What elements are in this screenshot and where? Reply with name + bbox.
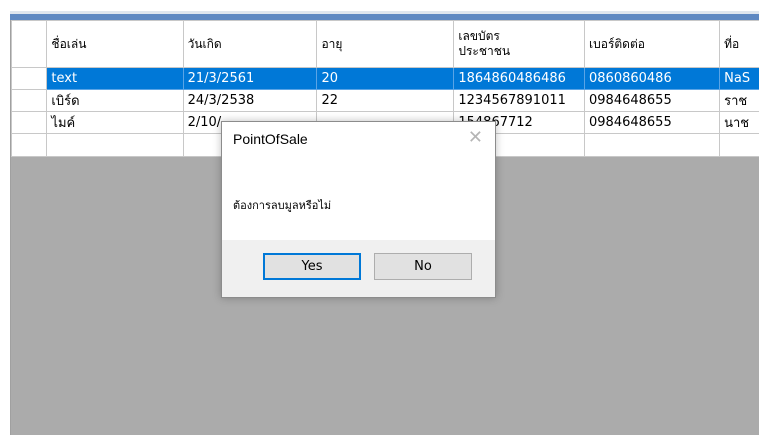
cell[interactable]: 20 (316, 67, 455, 90)
row-header[interactable] (11, 133, 48, 157)
column-header-id-card[interactable]: เลขบัตร ประชาชน (453, 20, 586, 68)
yes-button[interactable]: Yes (263, 253, 361, 280)
cell[interactable]: ราช (719, 89, 759, 112)
row-header[interactable] (11, 67, 48, 90)
cell[interactable]: ไมค์ (46, 111, 184, 134)
confirm-dialog: PointOfSale ✕ ต้องการลบมูลหรือไม่ Yes No (221, 121, 496, 298)
row-header[interactable] (11, 89, 48, 112)
column-header-birthdate[interactable]: วันเกิด (182, 20, 318, 68)
close-icon[interactable]: ✕ (468, 127, 483, 148)
no-button[interactable]: No (374, 253, 472, 280)
cell[interactable]: 0984648655 (584, 89, 721, 112)
header-row: ชื่อเล่น วันเกิด อายุ เลขบัตร ประชาชน เบ… (11, 20, 759, 68)
column-header-age[interactable]: อายุ (316, 20, 455, 68)
dialog-button-bar: Yes No (222, 240, 495, 297)
row-header[interactable] (11, 111, 48, 134)
cell[interactable]: 21/3/2561 (182, 67, 318, 90)
cell[interactable]: 0984648655 (584, 111, 721, 134)
cell[interactable] (719, 133, 759, 157)
column-header-phone[interactable]: เบอร์ติดต่อ (584, 20, 721, 68)
table-row[interactable]: เบิร์ด 24/3/2538 22 1234567891011 098464… (11, 89, 759, 112)
column-header-address[interactable]: ที่อ (719, 20, 759, 68)
table-row[interactable]: text 21/3/2561 20 1864860486486 08608604… (11, 67, 759, 90)
cell[interactable] (584, 133, 721, 157)
cell[interactable]: 0860860486 (584, 67, 721, 90)
cell[interactable]: NaS (719, 67, 759, 90)
cell[interactable]: 1864860486486 (453, 67, 586, 90)
cell[interactable]: text (46, 67, 184, 90)
cell[interactable]: 22 (316, 89, 455, 112)
dialog-message: ต้องการลบมูลหรือไม่ (233, 199, 332, 212)
cell[interactable] (46, 133, 184, 157)
column-header-nickname[interactable]: ชื่อเล่น (46, 20, 184, 68)
cell[interactable]: นาช (719, 111, 759, 134)
cell[interactable]: เบิร์ด (46, 89, 184, 112)
cell[interactable]: 1234567891011 (453, 89, 586, 112)
dialog-title: PointOfSale (233, 131, 308, 147)
row-header-corner[interactable] (11, 20, 48, 68)
cell[interactable]: 24/3/2538 (182, 89, 318, 112)
